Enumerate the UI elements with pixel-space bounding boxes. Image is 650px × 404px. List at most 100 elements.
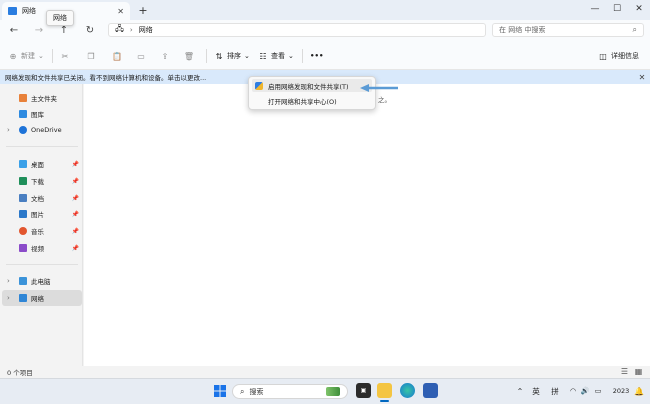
address-bar[interactable]: 🖧 › 网络	[108, 23, 486, 37]
chevron-right-icon[interactable]: ›	[7, 277, 15, 285]
pin-icon[interactable]: 📌	[72, 195, 79, 202]
ime-language[interactable]: 英	[530, 385, 542, 397]
delete-button[interactable]: 🗑	[184, 49, 194, 63]
sidebar-item-onedrive[interactable]: › OneDrive	[2, 122, 82, 138]
sidebar-label: 音乐	[31, 228, 44, 236]
minimize-button[interactable]: —	[584, 1, 606, 17]
sidebar-item-network[interactable]: › 网络	[2, 290, 82, 306]
gallery-icon	[19, 110, 27, 118]
sidebar-item-pictures[interactable]: 图片 📌	[2, 206, 82, 222]
taskbar-search[interactable]: ⌕ 搜索	[232, 384, 348, 399]
file-list-area[interactable]	[84, 84, 650, 366]
details-view-icon[interactable]: ☰	[620, 367, 629, 376]
paste-button[interactable]: 📋	[112, 49, 122, 63]
annotation-arrow-icon	[360, 84, 398, 92]
share-button[interactable]: ⇪	[160, 49, 170, 63]
clock[interactable]: 2023	[610, 385, 632, 397]
search-input[interactable]: 在 网络 中搜索 ⌕	[492, 23, 644, 37]
new-plus-icon: ⊕	[9, 51, 17, 61]
infobar-close-icon[interactable]: ✕	[637, 71, 647, 83]
windows-logo-icon	[213, 384, 226, 397]
sidebar-item-home[interactable]: 主文件夹	[2, 90, 82, 106]
computer-icon	[19, 277, 27, 285]
notification-bell-icon[interactable]: 🔔	[634, 385, 644, 397]
sidebar-item-gallery[interactable]: 图库	[2, 106, 82, 122]
sidebar-label: 此电脑	[31, 278, 51, 286]
chevron-right-icon[interactable]: ›	[7, 294, 15, 302]
desktop-icon	[19, 160, 27, 168]
sort-button[interactable]: ⇅ 排序 ⌄	[214, 49, 250, 63]
paste-icon: 📋	[112, 51, 122, 61]
more-options-button[interactable]: •••	[310, 49, 323, 63]
wifi-icon[interactable]: ◠	[568, 385, 578, 397]
menu-item-label: 启用网络发现和文件共享(T)	[268, 82, 349, 91]
new-tab-button[interactable]: +	[136, 3, 150, 17]
copy-button[interactable]: ❐	[86, 49, 96, 63]
pin-icon[interactable]: 📌	[72, 245, 79, 252]
download-icon	[19, 177, 27, 185]
pin-icon[interactable]: 📌	[72, 178, 79, 185]
menu-item-enable-discovery[interactable]: 启用网络发现和文件共享(T)	[252, 79, 372, 92]
maximize-button[interactable]: ☐	[606, 1, 628, 17]
pin-icon[interactable]: 📌	[72, 228, 79, 235]
search-icon: ⌕	[632, 25, 637, 34]
sidebar-item-downloads[interactable]: 下载 📌	[2, 173, 82, 189]
picture-icon	[19, 210, 27, 218]
volume-icon[interactable]: 🔊	[580, 385, 590, 397]
sidebar-item-thispc[interactable]: › 此电脑	[2, 273, 82, 289]
copy-icon: ❐	[87, 51, 95, 61]
sidebar-label: 视频	[31, 245, 44, 253]
sidebar-divider	[6, 264, 78, 265]
chevron-down-icon: ⌄	[288, 52, 294, 60]
cut-button[interactable]: ✂	[60, 49, 70, 63]
breadcrumb-network[interactable]: 网络	[139, 25, 153, 35]
chevron-right-icon[interactable]: ›	[7, 126, 15, 134]
sidebar-label: 下载	[31, 178, 44, 186]
details-pane-icon: ◫	[599, 51, 607, 61]
view-label: 查看	[271, 52, 285, 60]
sidebar-label: OneDrive	[31, 126, 62, 134]
tab-tooltip: 网络	[46, 10, 74, 26]
document-icon	[19, 194, 27, 202]
start-button[interactable]	[212, 383, 227, 398]
details-button[interactable]: ◫ 详细信息	[598, 49, 639, 63]
new-button[interactable]: ⊕ 新建 ⌄	[8, 49, 44, 63]
toolbar-divider	[302, 49, 303, 63]
pin-icon[interactable]: 📌	[72, 211, 79, 218]
pin-icon[interactable]: 📌	[72, 161, 79, 168]
forward-button[interactable]: →	[31, 22, 47, 38]
menu-item-label: 打开网络和共享中心(O)	[268, 97, 337, 106]
video-icon	[19, 244, 27, 252]
file-explorer-icon[interactable]	[377, 383, 392, 398]
store-icon[interactable]	[423, 383, 438, 398]
refresh-button[interactable]: ↻	[82, 22, 98, 38]
network-icon	[19, 294, 27, 302]
tab-close-icon[interactable]: ✕	[117, 7, 124, 16]
sidebar-item-desktop[interactable]: 桌面 📌	[2, 156, 82, 172]
view-button[interactable]: ☷ 查看 ⌄	[258, 49, 294, 63]
task-view-icon[interactable]: ▣	[356, 383, 371, 398]
sidebar-item-documents[interactable]: 文档 📌	[2, 190, 82, 206]
battery-icon[interactable]: ▭	[593, 385, 603, 397]
search-highlight-icon	[326, 387, 340, 396]
toolbar-divider	[52, 49, 53, 63]
edge-browser-icon[interactable]	[400, 383, 415, 398]
sort-label: 排序	[227, 52, 241, 60]
menu-item-open-sharing-center[interactable]: 打开网络和共享中心(O)	[252, 94, 372, 107]
taskbar-search-label: 搜索	[249, 387, 264, 396]
rename-button[interactable]: ▭	[136, 49, 146, 63]
infobar-text: 网络发现和文件共享已关闭。看不到网络计算机和设备。单击以更改...	[5, 74, 207, 82]
view-icon: ☷	[259, 51, 267, 61]
sidebar-label: 图库	[31, 111, 44, 119]
music-icon	[19, 227, 27, 235]
shield-icon	[255, 81, 263, 90]
tray-expand-icon[interactable]: ⌃	[515, 385, 525, 397]
ime-mode[interactable]: 拼	[549, 385, 561, 397]
tiles-view-icon[interactable]: ▦	[634, 367, 643, 376]
sidebar-item-videos[interactable]: 视频 📌	[2, 240, 82, 256]
close-window-button[interactable]: ✕	[628, 1, 650, 17]
back-button[interactable]: ←	[6, 22, 22, 38]
cloud-icon	[19, 126, 27, 134]
sidebar-item-music[interactable]: 音乐 📌	[2, 223, 82, 239]
breadcrumb-chevron-icon: ›	[129, 26, 133, 34]
